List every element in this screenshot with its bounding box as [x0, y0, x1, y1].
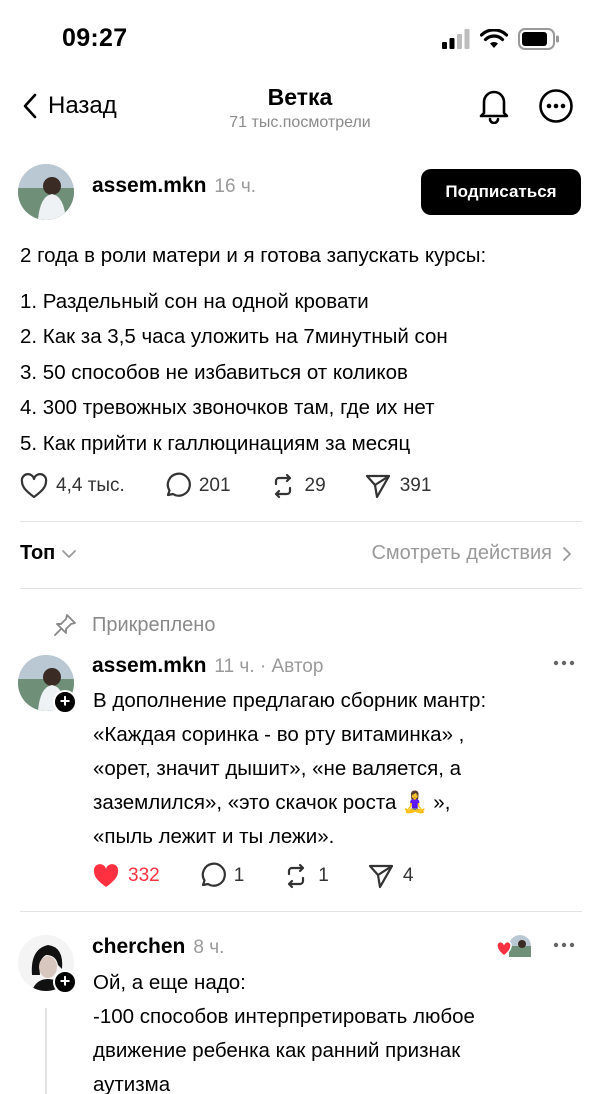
follow-plus-icon[interactable]: + [53, 690, 77, 714]
sort-label: Топ [20, 542, 56, 564]
post-time: 16 ч. [214, 176, 256, 197]
battery-icon [518, 28, 559, 50]
comment-icon [201, 862, 226, 887]
reply-line: «орет, значит дышит», «не валяется, а [93, 757, 462, 780]
share-count: 391 [399, 475, 432, 496]
repost-button[interactable]: 29 [269, 472, 326, 500]
list-item: 1. Раздельный сон на одной кровати [20, 289, 369, 313]
pinned-label: Прикреплено [92, 613, 216, 636]
pinned-indicator: Прикреплено [52, 612, 215, 638]
repost-count: 1 [318, 865, 329, 886]
reply-line: В дополнение предлагаю сборник мантр: [93, 689, 487, 712]
reply-line: движение ребенка как ранний признак [93, 1039, 461, 1062]
chevron-right-icon [563, 546, 571, 561]
more-options-icon[interactable] [552, 658, 576, 668]
repost-count: 29 [304, 475, 326, 496]
share-button[interactable]: 391 [364, 472, 432, 500]
divider [20, 521, 582, 522]
post-username[interactable]: assem.mkn [92, 174, 206, 198]
signal-icon [442, 29, 470, 49]
comment-icon [166, 472, 191, 497]
repost-icon [288, 863, 305, 889]
reply-username[interactable]: cherchen [92, 935, 185, 959]
nav-bar: Назад Ветка 71 тыс.посмотрели [0, 80, 600, 140]
reply-username[interactable]: assem.mkn [92, 654, 206, 678]
send-icon [368, 864, 393, 889]
avatar[interactable] [18, 164, 74, 220]
post-text: 2 года в роли матери и я готова запускат… [20, 238, 585, 461]
post-actions: 4,4 тыс. 201 29 391 [20, 472, 431, 500]
post-intro: 2 года в роли матери и я готова запускат… [20, 244, 487, 267]
more-options-icon[interactable] [552, 940, 576, 950]
post-header: assem.mkn 16 ч. [92, 174, 256, 198]
list-item: 4. 300 тревожных звоночков там, где их н… [20, 396, 435, 419]
repost-button[interactable]: 1 [282, 862, 329, 890]
sort-dropdown[interactable]: Топ [20, 542, 77, 565]
reply-actions: 332 1 1 4 [92, 862, 413, 890]
reply-line: заземлился», «это скачок роста 🧘‍♀️ », [93, 791, 451, 814]
like-button[interactable]: 4,4 тыс. [20, 473, 125, 499]
reply-count: 201 [198, 475, 231, 496]
reply-line: аутизма [93, 1073, 171, 1094]
reply-line: «Каждая соринка - во рту витаминка» , [93, 723, 465, 746]
list-item: 3. 50 способов не избавиться от коликов [20, 360, 408, 384]
reply-time: 11 ч. · Автор [214, 656, 324, 677]
heart-filled-icon [93, 864, 119, 887]
reply-text: В дополнение предлагаю сборник мантр: «К… [93, 684, 588, 854]
reply-button[interactable]: 201 [163, 472, 231, 500]
like-count: 4,4 тыс. [56, 475, 125, 496]
divider [20, 588, 582, 589]
author-liked-icon [496, 935, 531, 957]
reply-header: cherchen 8 ч. [92, 935, 224, 959]
list-item: 2. Как за 3,5 часа уложить на 7минутный … [20, 325, 448, 348]
like-count: 332 [128, 865, 160, 886]
status-time: 09:27 [62, 24, 128, 52]
status-bar: 09:27 [0, 0, 600, 80]
reply-line: «пыль лежит и ты лежи». [93, 825, 335, 848]
heart-icon [20, 473, 48, 499]
bell-icon[interactable] [476, 86, 512, 124]
status-icons [442, 28, 560, 50]
sort-bar: Топ Смотреть действия [20, 540, 580, 570]
reply-text: Ой, а еще надо: -100 способов интерпрети… [93, 966, 588, 1094]
follow-button[interactable]: Подписаться [421, 169, 581, 215]
reply-time: 8 ч. [193, 937, 225, 958]
reply-line: -100 способов интерпретировать любое [93, 1005, 475, 1028]
chevron-down-icon [62, 549, 77, 558]
follow-plus-icon[interactable]: + [53, 970, 77, 994]
reply-button[interactable]: 1 [198, 862, 245, 890]
reply-count: 1 [233, 865, 245, 886]
reply-line: Ой, а еще надо: [93, 971, 246, 994]
send-icon [365, 474, 390, 499]
more-options-icon[interactable] [538, 88, 574, 124]
share-button[interactable]: 4 [367, 862, 414, 890]
reply-header: assem.mkn 11 ч. · Автор [92, 654, 323, 678]
thread-line [45, 1008, 47, 1094]
pin-icon [54, 614, 76, 636]
share-count: 4 [402, 865, 414, 886]
like-button[interactable]: 332 [92, 863, 160, 889]
view-activity-link[interactable]: Смотреть действия [371, 542, 572, 565]
view-activity-label: Смотреть действия [371, 542, 552, 564]
wifi-icon [480, 29, 508, 48]
list-item: 5. Как прийти к галлюцинациям за месяц [20, 431, 411, 455]
repost-icon [274, 473, 291, 499]
divider [20, 911, 582, 912]
